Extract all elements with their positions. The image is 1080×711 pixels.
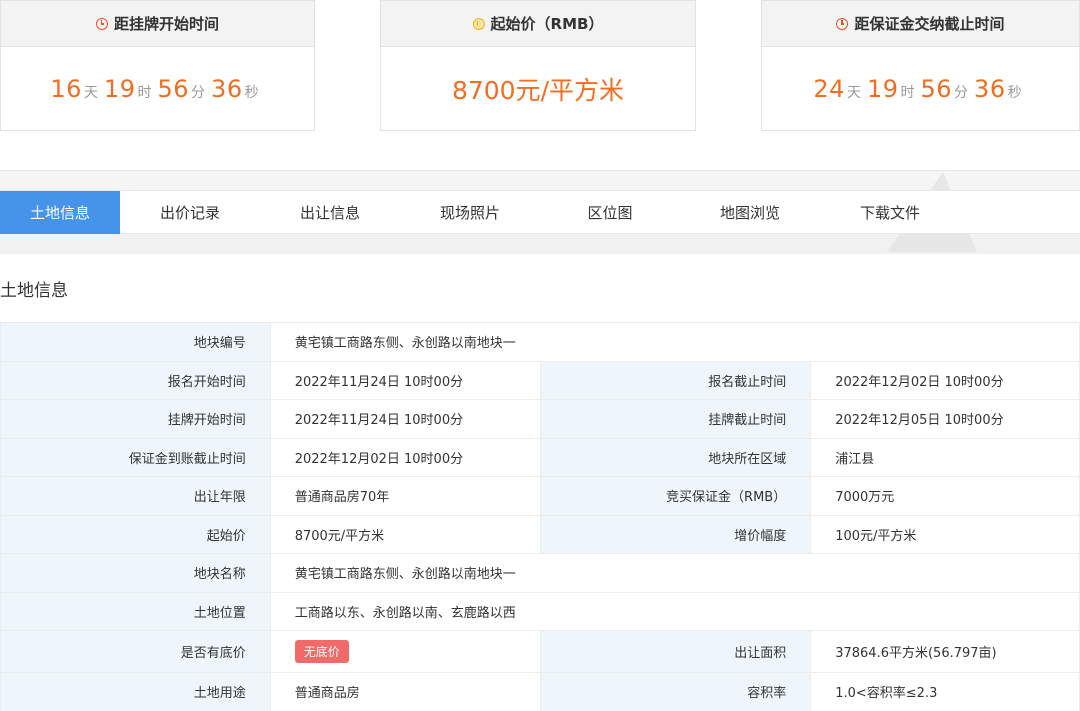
clock-icon	[836, 17, 849, 30]
field-value: 2022年12月02日 10时00分	[269, 437, 542, 477]
field-value: 普通商品房	[269, 672, 542, 711]
countdown-value: 24 天 19 时 56 分 36 秒	[813, 75, 1022, 103]
field-label: 挂牌截止时间	[540, 399, 812, 439]
field-label: 保证金到账截止时间	[0, 437, 271, 477]
field-label: 土地位置	[0, 591, 271, 631]
tab-transfer-info[interactable]: 出让信息	[260, 191, 400, 234]
tab-download-files[interactable]: 下载文件	[820, 191, 960, 234]
field-label: 容积率	[540, 672, 812, 711]
starting-price-value: 8700元/平方米	[451, 76, 625, 105]
field-value: 2022年11月24日 10时00分	[269, 360, 542, 400]
field-label: 报名截止时间	[540, 360, 812, 400]
table-row: 地块名称 黄宅镇工商路东侧、永创路以南地块一	[0, 553, 1080, 593]
tab-land-info[interactable]: 土地信息	[0, 191, 120, 234]
field-value: 37864.6平方米(56.797亩)	[810, 630, 1080, 673]
field-value: 黄宅镇工商路东侧、永创路以南地块一	[269, 322, 1080, 362]
field-label: 地块编号	[0, 322, 271, 362]
coin-icon	[472, 17, 485, 30]
field-value: 普通商品房70年	[269, 476, 542, 516]
field-label: 土地用途	[0, 672, 271, 711]
field-label: 挂牌开始时间	[0, 399, 271, 439]
field-value: 8700元/平方米	[269, 514, 542, 554]
land-info-table: 地块编号 黄宅镇工商路东侧、永创路以南地块一 报名开始时间 2022年11月24…	[0, 322, 1080, 711]
field-label: 是否有底价	[0, 630, 271, 673]
detail-tabs: 土地信息 出价记录 出让信息 现场照片 区位图 地图浏览 下载文件	[0, 190, 1080, 234]
field-label: 地块所在区域	[540, 437, 812, 477]
field-label: 报名开始时间	[0, 360, 271, 400]
field-value: 1.0<容积率≤2.3	[810, 672, 1080, 711]
table-row: 出让年限 普通商品房70年 竞买保证金（RMB） 7000万元	[0, 476, 1080, 516]
tab-location-map[interactable]: 区位图	[540, 191, 680, 234]
field-label: 出让面积	[540, 630, 812, 673]
card-title: 起始价（RMB）	[490, 15, 604, 33]
table-row: 保证金到账截止时间 2022年12月02日 10时00分 地块所在区域 浦江县	[0, 437, 1080, 477]
table-row: 挂牌开始时间 2022年11月24日 10时00分 挂牌截止时间 2022年12…	[0, 399, 1080, 439]
field-value: 100元/平方米	[810, 514, 1080, 554]
field-value: 浦江县	[810, 437, 1080, 477]
field-label: 起始价	[0, 514, 271, 554]
card-title: 距保证金交纳截止时间	[854, 15, 1005, 33]
table-row: 报名开始时间 2022年11月24日 10时00分 报名截止时间 2022年12…	[0, 360, 1080, 400]
field-value: 2022年12月05日 10时00分	[810, 399, 1080, 439]
field-value: 工商路以东、永创路以南、玄鹿路以西	[269, 591, 1080, 631]
section-title: 土地信息	[0, 281, 68, 301]
field-label: 出让年限	[0, 476, 271, 516]
table-row: 起始价 8700元/平方米 增价幅度 100元/平方米	[0, 514, 1080, 554]
card-title: 距挂牌开始时间	[113, 15, 219, 33]
field-label: 地块名称	[0, 553, 271, 593]
deposit-deadline-countdown-card: 距保证金交纳截止时间 24 天 19 时 56 分 36 秒	[761, 0, 1080, 131]
countdown-cards: 距挂牌开始时间 16 天 19 时 56 分 36 秒 起始价（RMB） 8700元/平…	[0, 0, 1080, 131]
table-row: 土地用途 普通商品房 容积率 1.0<容积率≤2.3	[0, 672, 1080, 711]
table-row: 土地位置 工商路以东、永创路以南、玄鹿路以西	[0, 591, 1080, 631]
table-row: 地块编号 黄宅镇工商路东侧、永创路以南地块一	[0, 322, 1080, 362]
field-value: 2022年11月24日 10时00分	[269, 399, 542, 439]
tab-bid-records[interactable]: 出价记录	[120, 191, 260, 234]
countdown-value: 16 天 19 时 56 分 36 秒	[50, 75, 259, 103]
field-value: 黄宅镇工商路东侧、永创路以南地块一	[269, 553, 1080, 593]
field-label: 增价幅度	[540, 514, 812, 554]
starting-price-card: 起始价（RMB） 8700元/平方米	[380, 0, 696, 131]
table-row: 是否有底价 无底价 出让面积 37864.6平方米(56.797亩)	[0, 630, 1080, 673]
clock-icon	[95, 17, 108, 30]
field-value: 2022年12月02日 10时00分	[810, 360, 1080, 400]
tab-map-browse[interactable]: 地图浏览	[680, 191, 820, 234]
listing-start-countdown-card: 距挂牌开始时间 16 天 19 时 56 分 36 秒	[0, 0, 315, 131]
field-value: 7000万元	[810, 476, 1080, 516]
field-label: 竞买保证金（RMB）	[540, 476, 812, 516]
tab-site-photos[interactable]: 现场照片	[400, 191, 540, 234]
status-badge: 无底价	[294, 640, 349, 663]
